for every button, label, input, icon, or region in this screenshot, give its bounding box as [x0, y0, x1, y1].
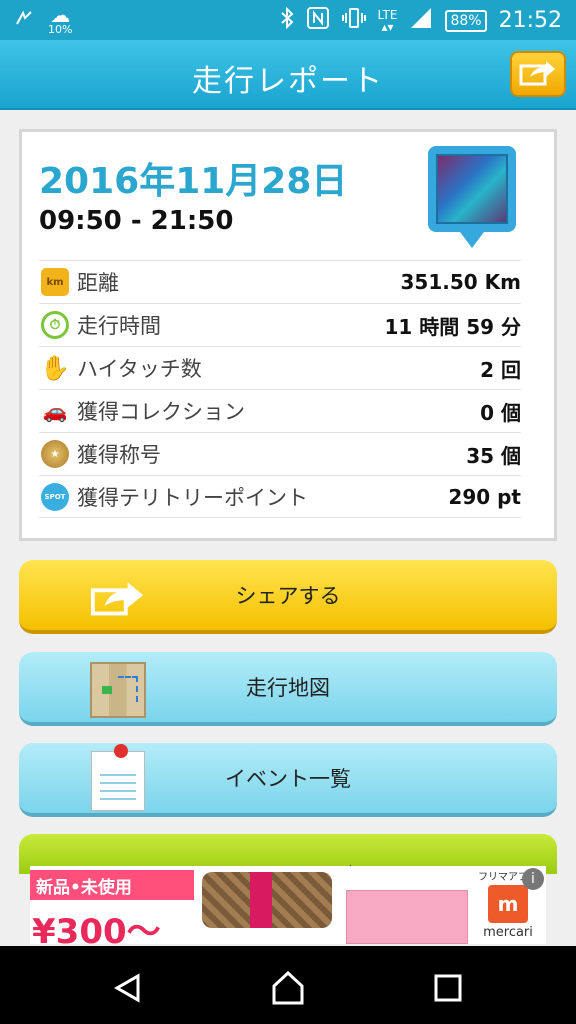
- stat-label: 距離: [77, 271, 119, 295]
- car-icon: 🚗: [42, 399, 68, 423]
- share-icon: [518, 57, 558, 91]
- stat-value: 351.50 Km: [400, 270, 521, 294]
- thumbnail-image: [436, 154, 508, 224]
- report-card: 2016年11月28日 09:50 - 21:50 km 距離 351.50 K…: [19, 129, 557, 541]
- stat-label: ハイタッチ数: [77, 357, 202, 381]
- spot-icon: SPOT: [41, 482, 69, 511]
- back-icon[interactable]: [108, 968, 148, 1008]
- km-icon: km: [41, 268, 69, 296]
- page-title: 走行レポート: [192, 64, 384, 99]
- weather-icon: ☁ 10%: [48, 3, 73, 36]
- drive-map-label: 走行地図: [246, 676, 330, 700]
- pin-pointer-icon: [460, 232, 484, 248]
- report-time-range: 09:50 - 21:50: [39, 206, 234, 236]
- stat-value: 290 pt: [448, 484, 521, 509]
- home-icon[interactable]: [268, 968, 308, 1008]
- battery-icon: 88%: [445, 9, 487, 32]
- recents-icon[interactable]: [428, 968, 468, 1008]
- event-list-label: イベント一覧: [225, 767, 351, 791]
- stat-label: 獲得称号: [77, 443, 161, 467]
- clock-icon: ⏱: [41, 311, 69, 339]
- stat-row-collection: 🚗 獲得コレクション 0 個: [39, 389, 521, 432]
- stat-label: 獲得コレクション: [77, 400, 245, 424]
- share-header-button[interactable]: [510, 51, 566, 97]
- weather-percent: 10%: [48, 23, 73, 36]
- status-bar: ☁ 10% LTE ▴▾ 88% 21:52: [0, 0, 576, 40]
- stat-row-titles: ★ 獲得称号 35 個: [39, 432, 521, 475]
- share-button[interactable]: シェアする: [19, 560, 557, 634]
- ad-brand-name: mercari: [483, 925, 533, 940]
- stat-label: 走行時間: [77, 314, 161, 338]
- medal-icon: ★: [41, 440, 69, 468]
- bluetooth-icon: [280, 6, 294, 34]
- system-nav-bar: [0, 946, 576, 1024]
- stats-list: km 距離 351.50 Km ⏱ 走行時間 11 時間 59 分 ✋ ハイタッ…: [39, 260, 521, 518]
- report-date: 2016年11月28日: [39, 161, 348, 202]
- ad-price: ¥300～: [32, 912, 161, 944]
- stat-row-distance: km 距離 351.50 Km: [39, 260, 521, 303]
- network-type: LTE ▴▾: [377, 7, 398, 34]
- ad-banner[interactable]: 新品•未使用 ¥300～ フリマアプリ m mercari i: [30, 866, 546, 944]
- stat-row-high-touch: ✋ ハイタッチ数 2 回: [39, 346, 521, 389]
- stat-value: 35 個: [466, 443, 521, 468]
- ad-product-image: [346, 890, 468, 944]
- stat-value: 2 回: [480, 357, 521, 382]
- ad-product-image: [202, 872, 332, 928]
- memo-icon: [89, 744, 147, 811]
- battery-level: 88%: [450, 12, 482, 29]
- stat-value: 0 個: [480, 400, 521, 425]
- stat-row-territory: SPOT 獲得テリトリーポイント 290 pt: [39, 475, 521, 518]
- drive-map-button[interactable]: 走行地図: [19, 652, 557, 726]
- stat-label: 獲得テリトリーポイント: [77, 485, 308, 510]
- notification-icon: [14, 9, 34, 33]
- stat-row-drive-time: ⏱ 走行時間 11 時間 59 分: [39, 303, 521, 346]
- ad-info-icon[interactable]: i: [522, 868, 544, 890]
- signal-icon: [409, 7, 433, 34]
- ad-ribbon: 新品•未使用: [30, 870, 194, 900]
- share-button-label: シェアする: [235, 584, 341, 608]
- vibrate-icon: [341, 7, 366, 34]
- map-icon: [89, 662, 147, 718]
- mercari-logo-icon: m: [488, 885, 528, 923]
- hand-icon: ✋: [40, 354, 70, 382]
- stat-value: 11 時間 59 分: [384, 314, 521, 339]
- clock-time: 21:52: [498, 8, 562, 33]
- app-header: 走行レポート: [0, 40, 576, 110]
- map-thumbnail[interactable]: [428, 146, 516, 254]
- nfc-icon: [306, 6, 330, 35]
- event-list-button[interactable]: イベント一覧: [19, 743, 557, 817]
- share-icon: [89, 570, 147, 626]
